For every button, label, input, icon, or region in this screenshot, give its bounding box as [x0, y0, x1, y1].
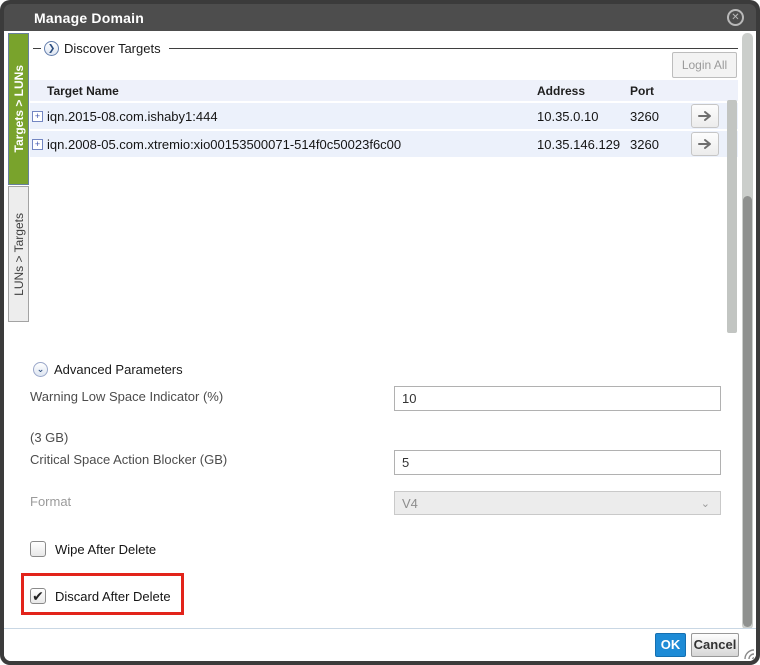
table-scrollbar[interactable] [727, 100, 737, 333]
tab-luns-targets-label: LUNs > Targets [12, 213, 26, 296]
dialog-scrollbar-thumb[interactable] [743, 196, 752, 627]
cancel-button[interactable]: Cancel [691, 633, 739, 657]
header-action-col [687, 80, 722, 101]
format-select-value: V4 [402, 496, 418, 511]
cell-target-name: iqn.2015-08.com.ishaby1:444 [45, 103, 535, 129]
manage-domain-dialog: Manage Domain ✕ Targets > LUNs LUNs > Ta… [0, 0, 760, 665]
login-arrow-icon [698, 110, 712, 122]
close-icon[interactable]: ✕ [727, 9, 744, 26]
cell-port: 3260 [628, 103, 687, 129]
discard-after-delete-checkbox[interactable]: ✔ [30, 588, 46, 604]
wipe-after-delete-label[interactable]: Wipe After Delete [55, 542, 156, 557]
resize-grip-icon[interactable] [739, 644, 755, 660]
space-hint-label: (3 GB) [30, 430, 68, 445]
warning-low-space-input[interactable] [394, 386, 721, 411]
cell-port: 3260 [628, 131, 687, 157]
legend-dash [33, 48, 41, 49]
header-expand-col [30, 80, 45, 101]
dialog-footer: OK Cancel [4, 628, 756, 661]
table-header-row: Target Name Address Port [30, 80, 738, 101]
advanced-parameters-title: Advanced Parameters [54, 362, 183, 377]
tab-luns-targets[interactable]: LUNs > Targets [8, 186, 29, 322]
collapse-section-icon[interactable]: ⌄ [33, 362, 48, 377]
header-address[interactable]: Address [535, 80, 628, 101]
discover-targets-title: Discover Targets [64, 41, 161, 56]
header-port[interactable]: Port [628, 80, 687, 101]
advanced-parameters-section: ⌄ Advanced Parameters [33, 361, 183, 377]
table-row[interactable]: + iqn.2015-08.com.ishaby1:444 10.35.0.10… [30, 103, 738, 129]
header-tail-col [722, 80, 738, 101]
warning-low-space-label: Warning Low Space Indicator (%) [30, 389, 223, 404]
targets-table: Target Name Address Port + iqn.2015-08.c… [30, 80, 738, 157]
discover-targets-section: ❯ Discover Targets [33, 40, 738, 56]
tab-targets-luns[interactable]: Targets > LUNs [8, 33, 29, 185]
login-all-button[interactable]: Login All [672, 52, 737, 78]
cell-target-name: iqn.2008-05.com.xtremio:xio00153500071-5… [45, 131, 535, 157]
format-select: V4 ⌄ [394, 491, 721, 515]
dialog-content: Targets > LUNs LUNs > Targets ❯ Discover… [4, 31, 756, 661]
tab-targets-luns-label: Targets > LUNs [12, 65, 26, 152]
critical-space-input[interactable] [394, 450, 721, 475]
expand-row-icon[interactable]: + [32, 111, 43, 122]
login-target-button[interactable] [691, 104, 719, 128]
ok-button[interactable]: OK [655, 633, 686, 657]
discard-after-delete-label[interactable]: Discard After Delete [55, 589, 171, 604]
expand-section-icon[interactable]: ❯ [44, 41, 59, 56]
dialog-titlebar: Manage Domain ✕ [4, 4, 756, 31]
cell-address: 10.35.0.10 [535, 103, 628, 129]
critical-space-label: Critical Space Action Blocker (GB) [30, 452, 227, 467]
login-arrow-icon [698, 138, 712, 150]
cell-address: 10.35.146.129 [535, 131, 628, 157]
login-target-button[interactable] [691, 132, 719, 156]
expand-row-icon[interactable]: + [32, 139, 43, 150]
wipe-after-delete-checkbox[interactable] [30, 541, 46, 557]
table-row[interactable]: + iqn.2008-05.com.xtremio:xio00153500071… [30, 131, 738, 157]
dialog-scrollbar-track[interactable] [742, 33, 753, 630]
legend-line [169, 48, 738, 49]
header-target-name[interactable]: Target Name [45, 80, 535, 101]
dialog-title: Manage Domain [34, 10, 144, 26]
chevron-down-icon: ⌄ [701, 497, 710, 510]
format-label: Format [30, 494, 71, 509]
